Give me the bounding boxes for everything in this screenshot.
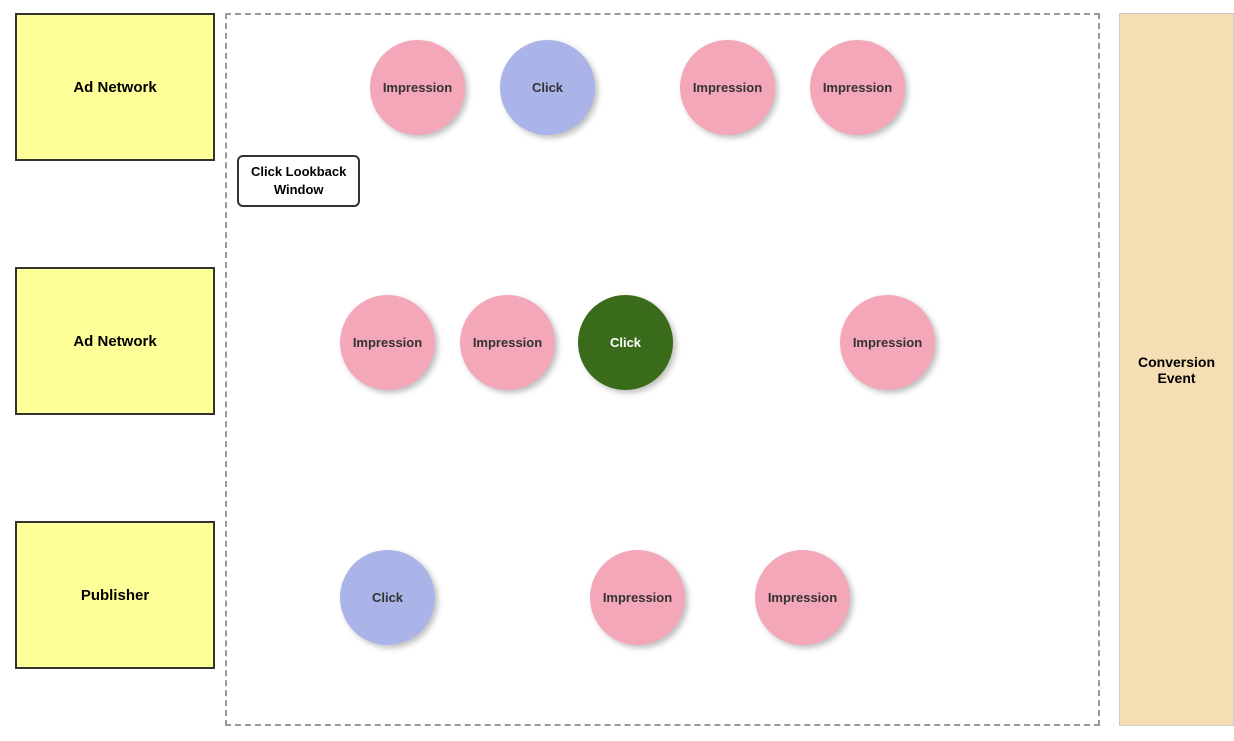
- box-ad-network-2: Ad Network: [15, 267, 215, 415]
- circle-r1-impression2: Impression: [680, 40, 775, 135]
- lookback-window-label: Click LookbackWindow: [237, 155, 360, 207]
- circle-r2-impression1: Impression: [340, 295, 435, 390]
- box-ad-network-1: Ad Network: [15, 13, 215, 161]
- circle-r1-click: Click: [500, 40, 595, 135]
- ad-network-2-label: Ad Network: [73, 333, 156, 350]
- ad-network-1-label: Ad Network: [73, 79, 156, 96]
- circle-r3-impression1: Impression: [590, 550, 685, 645]
- circle-r2-click: Click: [578, 295, 673, 390]
- circle-r3-click: Click: [340, 550, 435, 645]
- conversion-label: Conversion Event: [1120, 354, 1233, 386]
- circle-r2-impression3: Impression: [840, 295, 935, 390]
- circle-r1-impression3: Impression: [810, 40, 905, 135]
- circle-r1-impression1: Impression: [370, 40, 465, 135]
- circle-r3-impression2: Impression: [755, 550, 850, 645]
- conversion-event-column: Conversion Event: [1119, 13, 1234, 726]
- diagram-container: Ad Network Ad Network Publisher Conversi…: [0, 0, 1234, 741]
- publisher-label: Publisher: [81, 587, 149, 604]
- circle-r2-impression2: Impression: [460, 295, 555, 390]
- box-publisher: Publisher: [15, 521, 215, 669]
